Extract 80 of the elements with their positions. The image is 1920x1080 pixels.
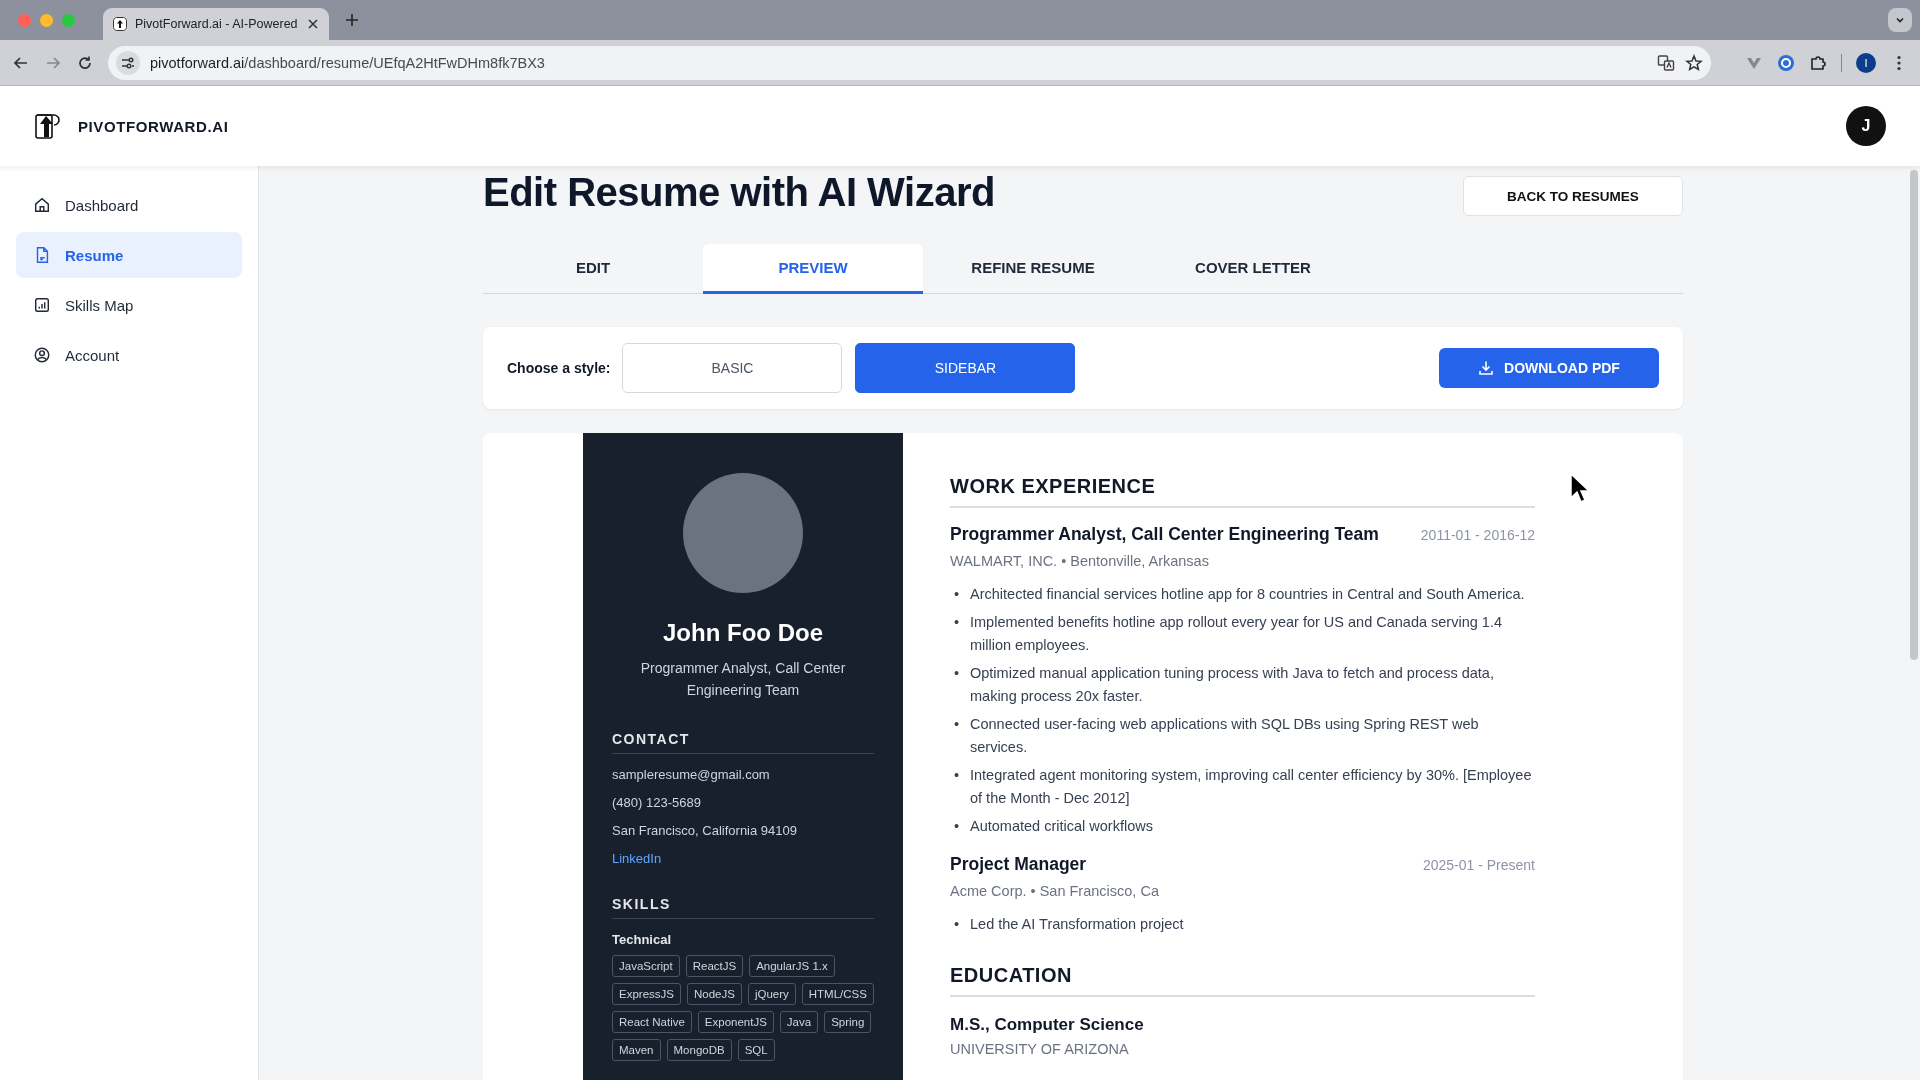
section-heading: SKILLS — [612, 896, 874, 919]
extension-icon[interactable] — [1777, 53, 1795, 72]
tab[interactable]: REFINE RESUME — [923, 244, 1143, 294]
style-label: Choose a style: — [507, 360, 611, 376]
home-icon — [33, 196, 51, 214]
job-dates: 2011-01 - 2016-12 — [1420, 527, 1535, 543]
skill-tag: HTML/CSS — [801, 983, 874, 1005]
download-icon — [1478, 360, 1495, 376]
skill-tag: React Native — [612, 1011, 692, 1033]
degree-title: M.S., Computer Science — [950, 1015, 1145, 1035]
sidebar-item[interactable]: Skills Map — [16, 282, 242, 328]
contact-text: (480) 123-5689 — [612, 795, 702, 810]
bullet-marker: • — [953, 715, 961, 734]
translate-icon[interactable] — [1657, 53, 1675, 72]
skill-tag: SQL — [737, 1039, 775, 1061]
skill-tag: MongoDB — [666, 1039, 732, 1061]
bullet-marker: • — [953, 613, 961, 632]
download-button[interactable]: DOWNLOAD PDF — [1439, 348, 1659, 388]
skill-tag: jQuery — [747, 983, 796, 1005]
job-bullet: Led the AI Transformation project — [970, 915, 1185, 934]
bullet-marker: • — [953, 585, 961, 604]
job-company: WALMART, INC. • Bentonville, Arkansas — [950, 553, 1210, 569]
skill-tag: ExpressJS — [612, 983, 681, 1005]
job-bullet: Architected financial services hotline app for 8 countries in Central and South America. — [970, 585, 1526, 604]
tab-list-button[interactable] — [1888, 8, 1912, 32]
job-bullet: Automated critical workflows — [970, 817, 1154, 836]
tab[interactable]: EDIT — [483, 244, 703, 294]
job-bullet: Optimized manual application tuning process with Java to fetch and process data, making process 20x faster. — [970, 664, 1495, 706]
bullet-marker: • — [953, 915, 961, 934]
skill-tag: Spring — [824, 1011, 872, 1033]
job-company: Acme Corp. • San Francisco, Ca — [950, 883, 1160, 899]
back-button[interactable]: BACK TO RESUMES — [1463, 176, 1683, 216]
skill-tag: Java — [779, 1011, 819, 1033]
section-heading: WORK EXPERIENCE — [950, 475, 1535, 508]
puzzle-icon[interactable] — [1809, 53, 1827, 72]
sidebar-item[interactable]: Resume — [16, 232, 242, 278]
close-icon[interactable] — [307, 18, 319, 30]
skill-tag: Maven — [612, 1039, 661, 1061]
job-title: Project Manager — [950, 854, 1087, 875]
new-tab-icon[interactable] — [345, 13, 359, 27]
job-title: Programmer Analyst, Call Center Engineering Team — [950, 524, 1379, 545]
skill-tag: AngularJS 1.x — [749, 955, 835, 977]
brand-name: PIVOTFORWARD.AI — [78, 117, 230, 135]
user-icon — [33, 346, 51, 364]
job-bullet: Integrated agent monitoring system, improving call center efficiency by 30%. [Employee of the Month - Dec 2012] — [970, 766, 1533, 808]
skill-group-name: Technical — [612, 932, 672, 947]
star-icon[interactable] — [1685, 53, 1703, 72]
page-title: Edit Resume with AI Wizard — [483, 170, 995, 215]
profile-avatar[interactable]: I — [1856, 52, 1876, 73]
bullet-marker: • — [953, 664, 961, 683]
style-option[interactable]: SIDEBAR — [855, 343, 1076, 393]
job-bullet: Implemented benefits hotline app rollout every year for US and Canada serving 1.4 million employees. — [970, 613, 1503, 655]
job-dates: 2025-01 - Present — [1422, 857, 1535, 873]
skill-tag: ReactJS — [685, 955, 744, 977]
resume-headline: Programmer Analyst, Call Center Engineering Team — [639, 659, 847, 700]
bullet-marker: • — [953, 766, 961, 785]
site-settings-icon[interactable] — [116, 50, 140, 75]
contact-text: sampleresume@gmail.com — [612, 767, 771, 782]
browser-tab[interactable]: PivotForward.ai - AI-Powered — [103, 8, 329, 40]
skill-tag: ExponentJS — [697, 1011, 774, 1033]
contact-link[interactable]: LinkedIn — [612, 851, 874, 866]
scrollbar[interactable] — [1910, 170, 1918, 660]
section-heading: CONTACT — [612, 731, 874, 754]
tab[interactable]: COVER LETTER — [1143, 244, 1363, 294]
favicon-icon — [113, 17, 127, 31]
tab[interactable]: PREVIEW — [703, 244, 923, 294]
contact-text: San Francisco, California 94109 — [612, 823, 798, 838]
school-name: UNIVERSITY OF ARIZONA — [950, 1041, 1130, 1057]
skill-tag: JavaScript — [612, 955, 680, 977]
user-avatar[interactable]: J — [1846, 106, 1886, 146]
chart-icon — [33, 296, 51, 314]
bullet-marker: • — [953, 817, 961, 836]
resume-name: John Foo Doe — [662, 619, 824, 647]
style-option[interactable]: BASIC — [622, 343, 843, 393]
sidebar-item[interactable]: Dashboard — [16, 182, 242, 228]
skill-tag: NodeJS — [686, 983, 742, 1005]
address-bar[interactable]: pivotforward.ai/dashboard/resume/UEfqA2HtFwDHm8fk7BX3 — [108, 45, 1711, 80]
sidebar-item[interactable]: Account — [16, 332, 242, 378]
job-bullet: Connected user-facing web applications with SQL DBs using Spring REST web services. — [970, 715, 1480, 757]
section-heading: EDUCATION — [950, 964, 1535, 997]
